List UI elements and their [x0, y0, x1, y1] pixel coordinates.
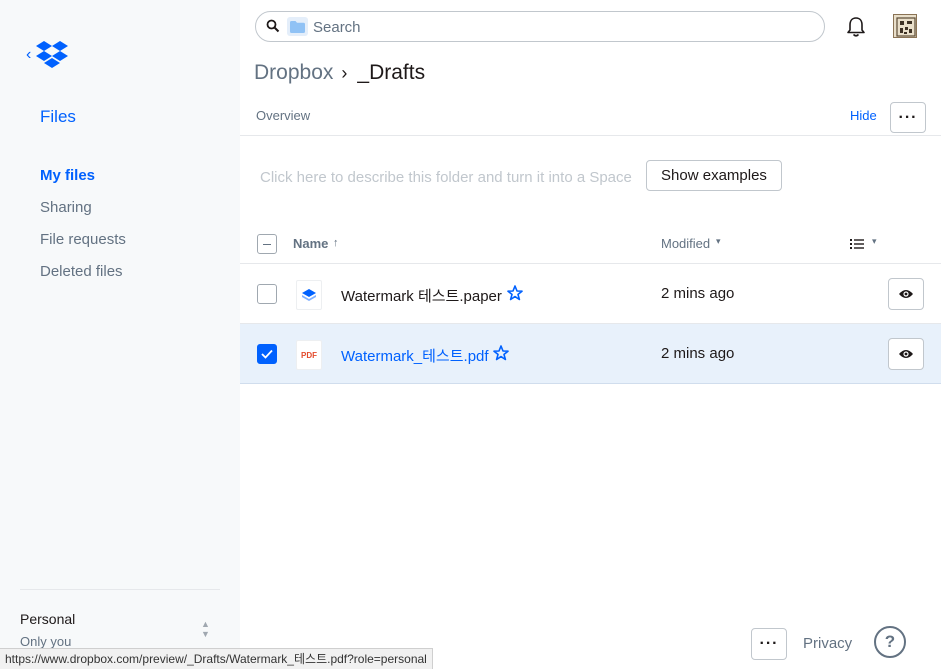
sidebar-divider — [20, 589, 220, 590]
modified-time: 2 mins ago — [661, 285, 735, 302]
list-view-icon[interactable] — [850, 238, 864, 250]
overview-more-button[interactable]: ··· — [890, 102, 926, 133]
preview-button[interactable] — [888, 278, 924, 310]
sidebar-item-file-requests[interactable]: File requests — [40, 230, 126, 262]
pdf-file-icon: PDF — [296, 340, 322, 370]
star-icon[interactable] — [493, 345, 509, 361]
overview-divider — [240, 135, 941, 136]
modified-time: 2 mins ago — [661, 345, 735, 362]
row-checkbox[interactable] — [257, 284, 277, 304]
caret-down-icon: ▾ — [716, 236, 721, 246]
logo-home-link[interactable]: ‹ — [26, 40, 69, 70]
table-row[interactable]: Watermark 테스트.paper 2 mins ago — [240, 264, 941, 324]
preview-button[interactable] — [888, 338, 924, 370]
search-icon — [266, 19, 280, 33]
sidebar-item-deleted-files[interactable]: Deleted files — [40, 262, 126, 294]
table-row[interactable]: PDF Watermark_테스트.pdf 2 mins ago — [240, 324, 941, 384]
name-column-header[interactable]: Name — [293, 236, 328, 251]
account-name[interactable]: Personal — [20, 611, 75, 627]
dropbox-logo-icon — [36, 41, 69, 68]
privacy-link[interactable]: Privacy — [803, 635, 852, 652]
minus-icon — [263, 243, 271, 245]
breadcrumb-root-link[interactable]: Dropbox — [254, 61, 333, 85]
show-examples-button[interactable]: Show examples — [646, 160, 782, 191]
chevron-left-icon: ‹ — [26, 46, 32, 63]
footer-more-button[interactable]: ··· — [751, 628, 787, 660]
sidebar-item-my-files[interactable]: My files — [40, 166, 126, 198]
breadcrumb-current: _Drafts — [357, 61, 426, 84]
sidebar: ‹ Files My files Sharing File requests D… — [0, 0, 240, 669]
dropbox-window: ‹ Files My files Sharing File requests D… — [0, 0, 941, 669]
account-switch-chevron-icon[interactable]: ▲ ▼ — [201, 619, 210, 639]
chevron-right-icon: › — [341, 62, 348, 83]
help-button[interactable]: ? — [874, 626, 906, 658]
eye-icon — [899, 350, 913, 358]
sort-ascending-icon: ↑ — [333, 237, 339, 249]
checkmark-icon — [261, 349, 273, 359]
file-name[interactable]: Watermark 테스트.paper — [341, 285, 502, 306]
folder-description-input[interactable]: Click here to describe this folder and t… — [260, 169, 632, 186]
folder-scope-icon — [287, 17, 308, 36]
select-all-checkbox[interactable] — [257, 234, 277, 254]
search-bar[interactable] — [255, 11, 825, 42]
sidebar-item-sharing[interactable]: Sharing — [40, 198, 126, 230]
star-icon[interactable] — [507, 285, 523, 301]
paper-file-icon — [296, 280, 322, 310]
sidebar-nav: My files Sharing File requests Deleted f… — [40, 166, 126, 294]
hide-overview-link[interactable]: Hide — [850, 108, 877, 123]
overview-label: Overview — [256, 108, 311, 123]
row-checkbox[interactable] — [257, 344, 277, 364]
pdf-icon-label: PDF — [301, 350, 317, 360]
avatar-image-icon — [894, 15, 916, 37]
bell-icon[interactable] — [846, 16, 866, 38]
file-name[interactable]: Watermark_테스트.pdf — [341, 345, 489, 366]
view-options-caret-icon[interactable]: ▾ — [872, 236, 877, 247]
breadcrumb: Dropbox › _Drafts — [254, 61, 425, 85]
modified-column-header[interactable]: Modified — [661, 236, 710, 251]
sidebar-files-title[interactable]: Files — [40, 107, 76, 127]
search-input[interactable] — [313, 16, 793, 38]
account-subtitle: Only you — [20, 634, 72, 649]
eye-icon — [899, 290, 913, 298]
browser-status-url: https://www.dropbox.com/preview/_Drafts/… — [0, 648, 433, 669]
avatar[interactable] — [893, 14, 917, 38]
